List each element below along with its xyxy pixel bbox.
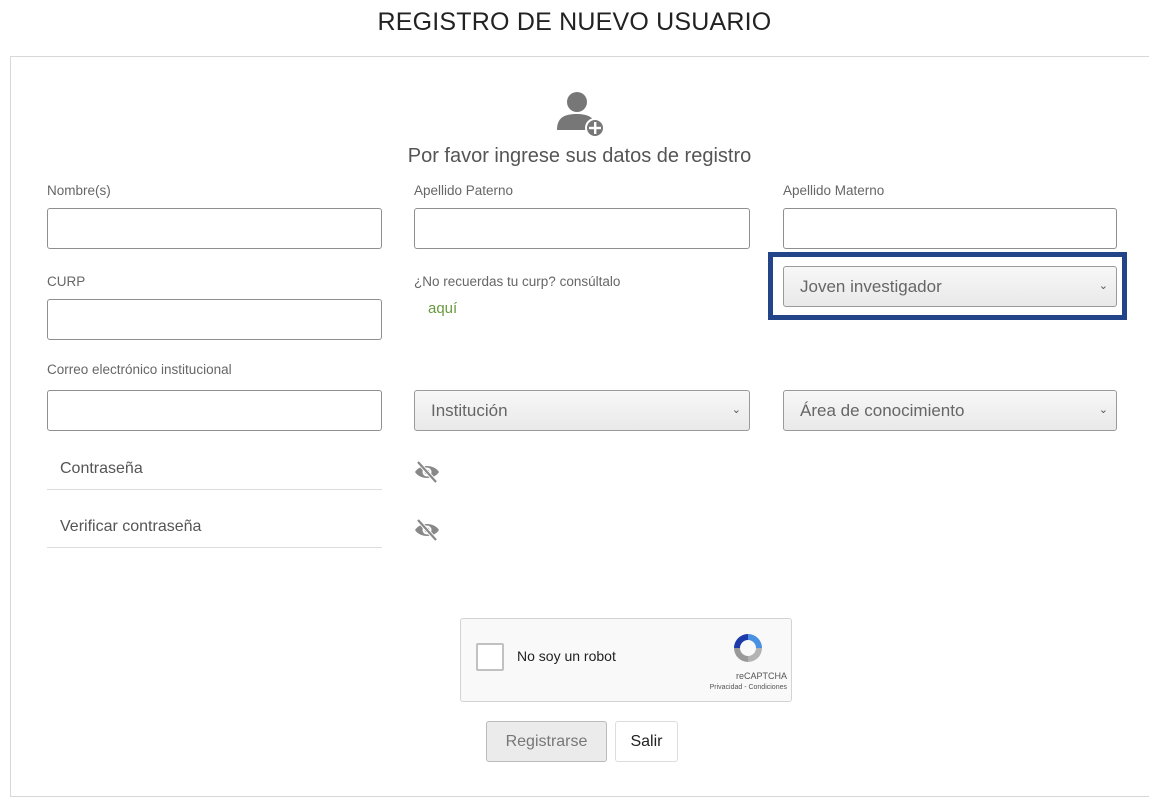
recaptcha-logo-icon: [734, 634, 762, 662]
apellido-paterno-label: Apellido Paterno: [414, 183, 514, 198]
curp-help-link[interactable]: aquí: [428, 300, 457, 317]
apellido-paterno-input[interactable]: [414, 208, 750, 249]
area-select[interactable]: Área de conocimiento ⌄: [783, 390, 1117, 431]
curp-help-text: ¿No recuerdas tu curp? consúltalo: [414, 274, 621, 289]
institucion-value: Institución: [431, 401, 508, 420]
recaptcha-checkbox[interactable]: [476, 643, 504, 671]
nombre-label: Nombre(s): [47, 183, 111, 198]
chevron-down-icon: ⌄: [1098, 404, 1108, 416]
chevron-down-icon: ⌄: [731, 404, 741, 416]
exit-button[interactable]: Salir: [615, 721, 678, 762]
password-input[interactable]: Contraseña: [47, 452, 382, 490]
curp-label: CURP: [47, 274, 86, 289]
recaptcha-widget: No soy un robot reCAPTCHA Privacidad - C…: [460, 618, 792, 702]
eye-slash-icon[interactable]: [413, 518, 441, 542]
add-user-icon: [557, 92, 605, 138]
correo-input[interactable]: [47, 390, 382, 431]
institucion-select[interactable]: Institución ⌄: [414, 390, 750, 431]
nombre-input[interactable]: [47, 208, 382, 249]
area-value: Área de conocimiento: [800, 401, 965, 420]
page-title: REGISTRO DE NUEVO USUARIO: [377, 8, 772, 36]
register-button[interactable]: Registrarse: [486, 721, 607, 762]
curp-input[interactable]: [47, 299, 382, 340]
recaptcha-label: No soy un robot: [517, 648, 616, 664]
password-confirm-input[interactable]: Verificar contraseña: [47, 510, 382, 548]
apellido-materno-label: Apellido Materno: [783, 183, 885, 198]
eye-slash-icon[interactable]: [413, 460, 441, 484]
recaptcha-terms-link[interactable]: Privacidad - Condiciones: [710, 684, 787, 691]
form-subtitle: Por favor ingrese sus datos de registro: [407, 145, 752, 167]
apellido-materno-input[interactable]: [783, 208, 1117, 249]
recaptcha-brand: reCAPTCHA: [735, 671, 787, 681]
selection-highlight: [768, 252, 1127, 320]
correo-label: Correo electrónico institucional: [47, 362, 232, 377]
